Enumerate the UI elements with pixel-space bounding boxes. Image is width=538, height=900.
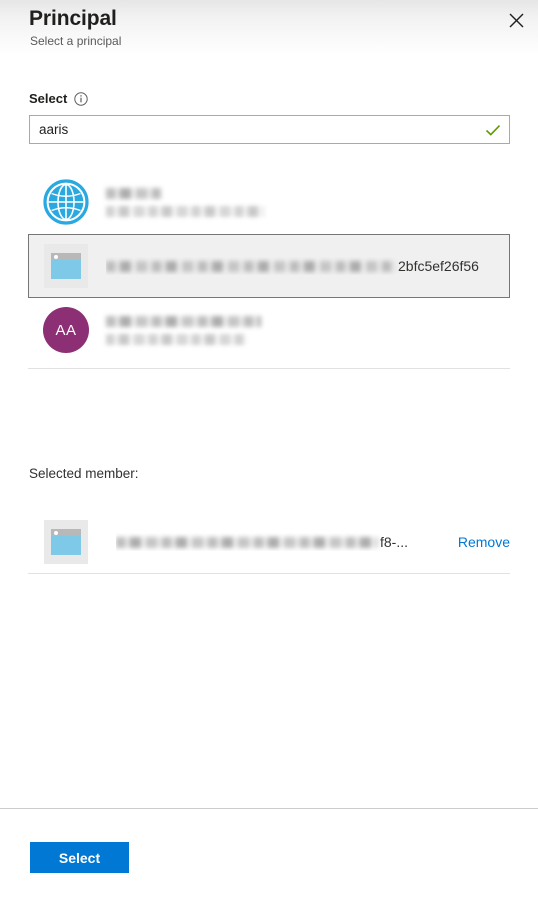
search-results-list: 2bfc5ef26f56 AA	[28, 170, 510, 362]
select-field-label-row: Select	[29, 90, 89, 108]
list-item-text	[106, 315, 509, 345]
principal-id-tail: 2bfc5ef26f56	[398, 258, 479, 274]
principal-name-redacted	[106, 260, 396, 272]
avatar: AA	[43, 307, 89, 353]
page-title: Principal	[29, 7, 117, 30]
search-field[interactable]	[29, 115, 510, 144]
results-divider	[28, 368, 510, 369]
application-icon	[44, 244, 88, 288]
application-icon	[44, 520, 88, 564]
selected-member-icon-wrapper	[40, 516, 92, 568]
close-icon	[509, 13, 524, 28]
selected-member-row: f8-... Remove	[40, 516, 510, 568]
selected-member-name-redacted	[116, 536, 378, 548]
list-item[interactable]	[28, 170, 510, 234]
list-item-text: 2bfc5ef26f56	[106, 257, 509, 275]
list-item[interactable]: AA	[28, 298, 510, 362]
selected-member-id-tail: f8-...	[380, 534, 409, 550]
principal-icon-wrapper	[41, 241, 91, 291]
principal-icon-wrapper	[41, 177, 91, 227]
selected-member-label: Selected member:	[29, 466, 139, 481]
principal-name-redacted	[106, 315, 261, 327]
selected-member-text: f8-...	[116, 533, 442, 551]
remove-link[interactable]: Remove	[458, 533, 510, 551]
list-item-selected[interactable]: 2bfc5ef26f56	[28, 234, 510, 298]
principal-icon-wrapper: AA	[41, 305, 91, 355]
selected-member-divider	[28, 573, 510, 574]
globe-icon	[43, 179, 89, 225]
footer-divider	[0, 808, 538, 809]
list-item-text	[106, 187, 509, 217]
principal-name-redacted	[106, 187, 161, 199]
panel-header: Principal Select a principal	[0, 0, 538, 62]
select-button[interactable]: Select	[30, 842, 129, 873]
page-subtitle: Select a principal	[30, 34, 122, 48]
principal-email-redacted	[106, 333, 246, 345]
close-button[interactable]	[500, 4, 532, 36]
search-input[interactable]	[39, 116, 469, 143]
info-icon[interactable]	[74, 92, 89, 106]
select-field-label: Select	[29, 91, 68, 106]
principal-email-redacted	[106, 205, 264, 217]
